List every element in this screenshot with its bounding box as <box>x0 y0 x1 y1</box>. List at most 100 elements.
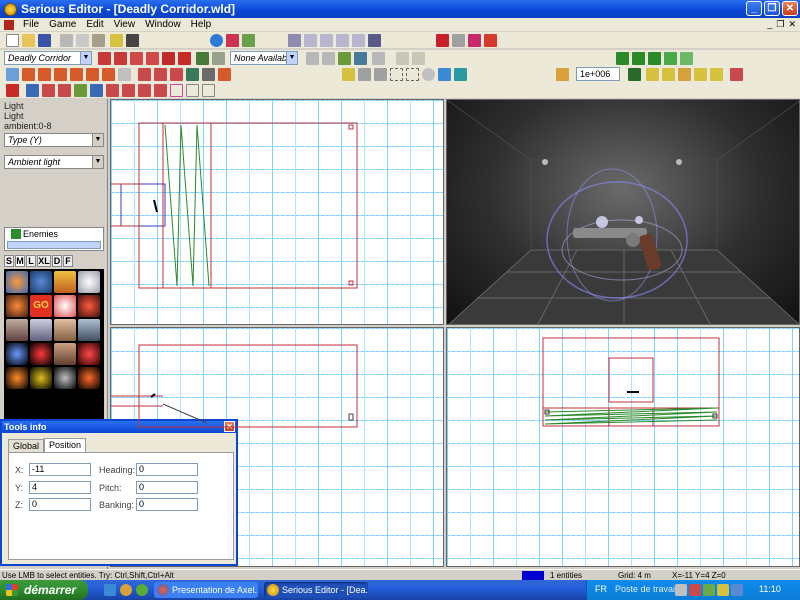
sector-icon[interactable] <box>162 52 175 65</box>
thumbnail-red-light[interactable] <box>30 343 52 365</box>
tab-global[interactable]: Global <box>8 439 45 452</box>
quick-launch-desktop-icon[interactable] <box>104 584 116 596</box>
entity-tool-4-icon[interactable] <box>74 84 87 97</box>
thumbnail-pyramid[interactable] <box>54 271 76 293</box>
polygon-icon[interactable] <box>130 52 143 65</box>
selection-box-1-icon[interactable] <box>390 68 403 81</box>
world-combo[interactable]: Deadly Corridor ▼ <box>4 51 92 65</box>
browser-tree[interactable]: Enemies <box>4 227 104 251</box>
frame-spark-icon[interactable] <box>710 68 723 81</box>
size-tab-xl[interactable]: XL <box>37 255 51 267</box>
size-tab-f[interactable]: F <box>63 255 73 267</box>
entity-select-icon[interactable] <box>138 68 151 81</box>
tab-position[interactable]: Position <box>44 438 87 452</box>
entity-rotate-icon[interactable] <box>54 68 67 81</box>
layer-green-2-icon[interactable] <box>632 52 645 65</box>
thumbnail-lamp[interactable] <box>54 367 76 389</box>
thumbnail-creature[interactable] <box>54 343 76 365</box>
viewport-perspective[interactable] <box>446 99 800 325</box>
thumbnail-bell[interactable] <box>30 367 52 389</box>
taskbar-task-presentation[interactable]: Presentation de Axel... <box>154 582 258 598</box>
layer-check-icon[interactable] <box>664 52 677 65</box>
doc-restore-icon[interactable]: ❐ <box>776 19 784 30</box>
frame-yellow-icon[interactable] <box>646 68 659 81</box>
context-help-icon[interactable] <box>126 34 139 47</box>
tray-update-icon[interactable] <box>703 584 715 596</box>
tray-security-icon[interactable] <box>689 584 701 596</box>
grid-snap-icon[interactable] <box>6 68 19 81</box>
entity-tool-11-icon[interactable] <box>186 84 199 97</box>
entity-tool-2-icon[interactable] <box>42 84 55 97</box>
disabled-tool-1-icon[interactable] <box>396 52 409 65</box>
chevron-down-icon[interactable]: ▼ <box>92 134 103 146</box>
entity-tool-8-icon[interactable] <box>138 84 151 97</box>
view-grid-icon[interactable] <box>368 34 381 47</box>
thumbnail-blue-light[interactable] <box>6 343 28 365</box>
size-tab-s[interactable]: S <box>4 255 14 267</box>
quick-launch-browser-icon[interactable] <box>120 584 132 596</box>
thumbnail-head[interactable] <box>54 295 76 317</box>
entity-scale-icon[interactable] <box>170 68 183 81</box>
entity-tool-3-icon[interactable] <box>58 84 71 97</box>
thumbnail-sky[interactable] <box>30 319 52 341</box>
size-tab-d[interactable]: D <box>52 255 62 267</box>
restore-button[interactable]: ❐ <box>764 1 780 16</box>
split-icon[interactable] <box>354 52 367 65</box>
entity-tool-9-icon[interactable] <box>154 84 167 97</box>
tree-item-enemies[interactable]: Enemies <box>5 228 103 240</box>
terrain-icon[interactable] <box>178 52 191 65</box>
entity-mode-icon[interactable] <box>38 68 51 81</box>
scissors-icon[interactable] <box>730 68 743 81</box>
light-toggle-icon[interactable] <box>556 68 569 81</box>
render-icon[interactable] <box>202 68 215 81</box>
selection-2-icon[interactable] <box>374 68 387 81</box>
view-1-icon[interactable] <box>288 34 301 47</box>
document-icon[interactable] <box>4 19 14 30</box>
thumbnail-cloud[interactable] <box>54 319 76 341</box>
type-combo[interactable]: Type (Y) ▼ <box>4 133 104 147</box>
menu-help[interactable]: Help <box>186 19 217 30</box>
help-icon[interactable] <box>110 34 123 47</box>
selection-add-icon[interactable] <box>342 68 355 81</box>
view-2-icon[interactable] <box>304 34 317 47</box>
thumbnail-candle[interactable] <box>78 367 100 389</box>
open-folder-icon[interactable] <box>22 34 35 47</box>
vertex-icon[interactable] <box>146 52 159 65</box>
desktop-toolbar[interactable]: Poste de travail <box>615 584 677 594</box>
csg-remove-icon[interactable] <box>212 52 225 65</box>
entity-tool-10-icon[interactable] <box>170 84 183 97</box>
start-button[interactable]: démarrer <box>0 580 88 600</box>
move-icon[interactable] <box>306 52 319 65</box>
selection-1-icon[interactable] <box>358 68 371 81</box>
drop-down-icon[interactable] <box>6 84 19 97</box>
csg-red-icon[interactable] <box>436 34 449 47</box>
cut-icon[interactable] <box>60 34 73 47</box>
tiles-icon[interactable] <box>484 34 497 47</box>
menu-window[interactable]: Window <box>140 19 186 30</box>
quick-launch-media-icon[interactable] <box>136 584 148 596</box>
axes-icon[interactable] <box>452 34 465 47</box>
chevron-down-icon[interactable]: ▼ <box>92 156 103 168</box>
thumbnail-rock[interactable] <box>6 319 28 341</box>
thumbnail-planet[interactable] <box>6 271 28 293</box>
frame-black-icon[interactable] <box>628 68 641 81</box>
menu-view[interactable]: View <box>109 19 141 30</box>
disabled-tool-2-icon[interactable] <box>412 52 425 65</box>
camera-icon[interactable] <box>186 68 199 81</box>
entity-tool-5-icon[interactable] <box>90 84 103 97</box>
entity-move-icon[interactable] <box>154 68 167 81</box>
close-button[interactable]: ✕ <box>782 1 798 16</box>
align-icon[interactable] <box>372 52 385 65</box>
tray-network-icon[interactable] <box>675 584 687 596</box>
thumbnail-mist[interactable] <box>78 319 100 341</box>
value-field[interactable]: 1e+006 <box>576 67 620 81</box>
z-field[interactable]: 0 <box>29 498 91 511</box>
viewport-top[interactable] <box>110 99 444 325</box>
light-type-combo[interactable]: Ambient light ▼ <box>4 155 104 169</box>
x-field[interactable]: -11 <box>29 463 91 476</box>
mesh-icon[interactable] <box>468 34 481 47</box>
join-icon[interactable] <box>338 52 351 65</box>
csg-add-icon[interactable] <box>196 52 209 65</box>
new-file-icon[interactable] <box>6 34 19 47</box>
entity-tool-12-icon[interactable] <box>202 84 215 97</box>
